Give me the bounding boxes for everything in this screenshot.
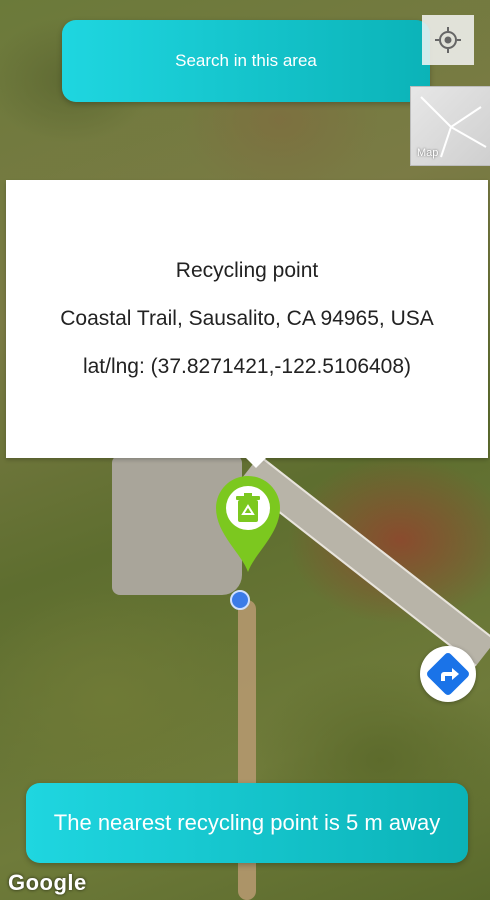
place-title: Recycling point <box>175 259 319 282</box>
directions-button[interactable] <box>420 646 476 702</box>
map-type-label: Map <box>417 147 439 159</box>
nearest-distance-banner: The nearest recycling point is 5 m away <box>26 783 468 863</box>
recycling-point-marker[interactable] <box>212 474 284 574</box>
recycle-bin-icon <box>236 493 260 522</box>
place-address: Coastal Trail, Sausalito, CA 94965, USA <box>60 307 434 330</box>
google-logo: Google <box>8 870 87 895</box>
my-location-icon <box>435 27 461 53</box>
map-type-toggle[interactable]: Map <box>410 86 490 166</box>
current-location-dot <box>230 590 250 610</box>
my-location-button[interactable] <box>422 15 474 65</box>
search-in-area-label: Search in this area <box>175 51 317 70</box>
nearest-distance-text: The nearest recycling point is 5 m away <box>53 810 441 835</box>
search-in-area-button[interactable]: Search in this area <box>62 20 430 102</box>
place-coordinates: lat/lng: (37.8271421,-122.5106408) <box>82 355 412 378</box>
info-window[interactable]: Recycling point Coastal Trail, Sausalito… <box>6 180 488 468</box>
directions-icon <box>427 653 469 695</box>
